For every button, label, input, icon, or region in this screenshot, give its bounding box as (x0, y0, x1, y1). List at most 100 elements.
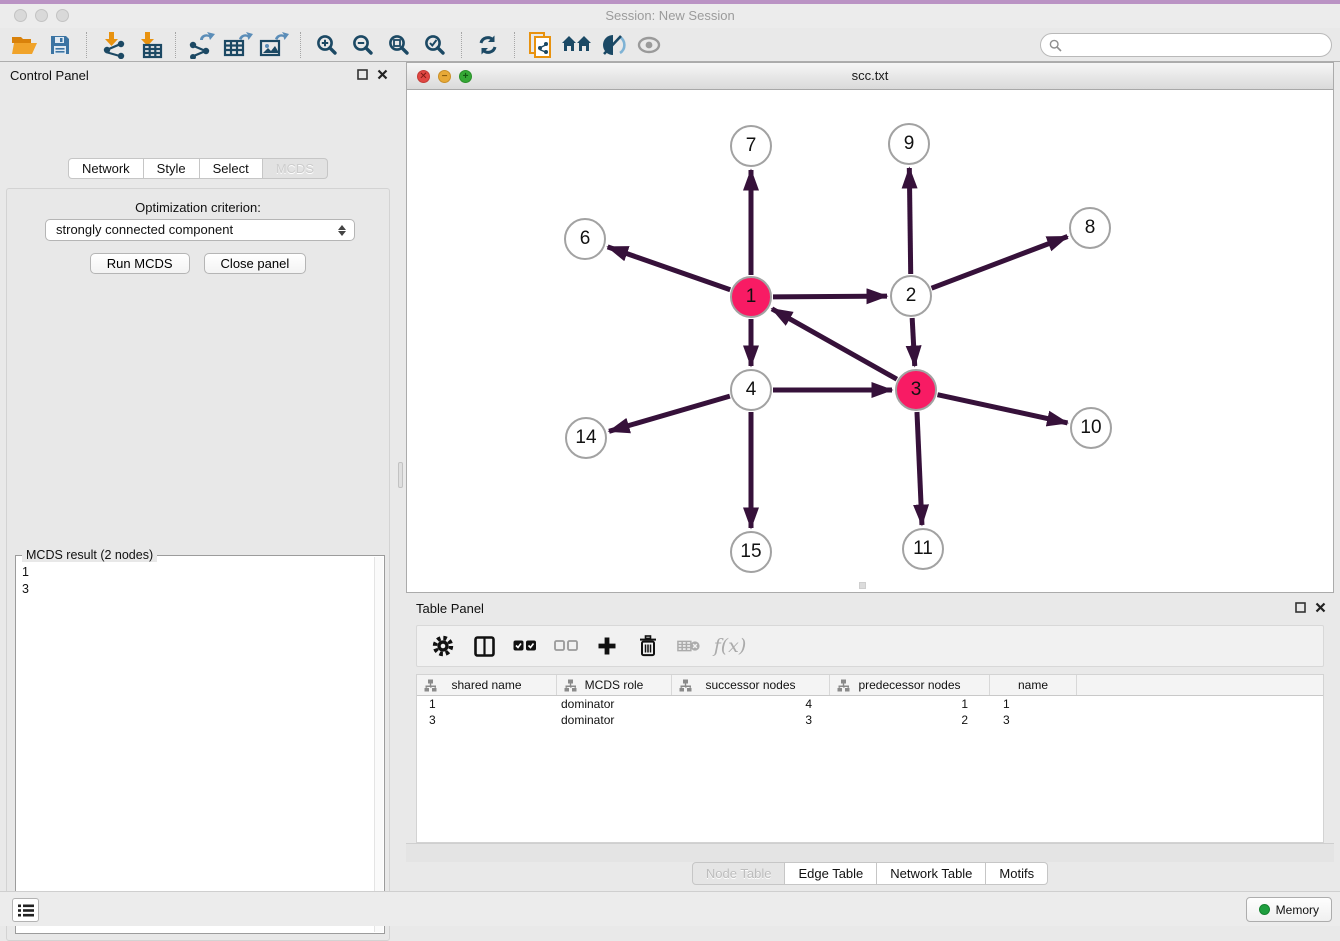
zoom-selected-icon[interactable] (417, 30, 453, 60)
tab-network[interactable]: Network (68, 158, 144, 179)
import-network-icon[interactable] (95, 30, 131, 60)
edge-3-11[interactable] (917, 412, 922, 525)
graph-node-9[interactable]: 9 (888, 123, 930, 165)
export-image-icon[interactable] (256, 30, 292, 60)
close-table-panel-icon[interactable] (1315, 602, 1326, 613)
app-titlebar: Session: New Session (0, 4, 1340, 28)
graph-node-15[interactable]: 15 (730, 531, 772, 573)
close-panel-button[interactable]: Close panel (204, 253, 307, 274)
graph-node-4[interactable]: 4 (730, 369, 772, 411)
optimization-select[interactable]: strongly connected component (45, 219, 355, 241)
cell-name[interactable]: 1 (990, 696, 1077, 712)
graph-node-14[interactable]: 14 (565, 417, 607, 459)
cell-successor-nodes[interactable]: 4 (672, 696, 830, 712)
graph-node-8[interactable]: 8 (1069, 207, 1111, 249)
graph-node-11[interactable]: 11 (902, 528, 944, 570)
task-history-button[interactable] (12, 898, 39, 922)
float-table-panel-icon[interactable] (1295, 602, 1306, 613)
cell-shared-name[interactable]: 1 (417, 696, 557, 712)
graph-node-2[interactable]: 2 (890, 275, 932, 317)
cell-successor-nodes[interactable]: 3 (672, 712, 830, 728)
window-controls (14, 9, 69, 22)
save-icon[interactable] (42, 30, 78, 60)
tab-network-table[interactable]: Network Table (877, 862, 986, 885)
tab-edge-table[interactable]: Edge Table (785, 862, 877, 885)
maximize-view-button[interactable]: + (459, 70, 472, 83)
export-table-icon[interactable] (220, 30, 256, 60)
eye-icon[interactable] (631, 30, 667, 60)
edge-3-10[interactable] (937, 395, 1067, 423)
refresh-icon[interactable] (470, 30, 506, 60)
edge-4-14[interactable] (609, 396, 730, 431)
column-header-successor-nodes[interactable]: successor nodes (672, 675, 830, 695)
delete-table-icon[interactable] (677, 634, 701, 658)
column-header-predecessor-nodes[interactable]: predecessor nodes (830, 675, 990, 695)
network-canvas[interactable]: 7 9 6 8 1 2 4 3 14 10 15 11 (407, 90, 1333, 592)
gear-icon[interactable] (431, 634, 455, 658)
cell-predecessor-nodes[interactable]: 1 (830, 696, 990, 712)
close-view-button[interactable]: ✕ (417, 70, 430, 83)
hide-detail-icon[interactable] (595, 30, 631, 60)
cell-name[interactable]: 3 (990, 712, 1077, 728)
column-type-icon (424, 679, 437, 692)
run-mcds-button[interactable]: Run MCDS (90, 253, 190, 274)
tab-mcds[interactable]: MCDS (263, 158, 328, 179)
minimize-view-button[interactable]: − (438, 70, 451, 83)
mcds-result-box: MCDS result (2 nodes) 13 (15, 555, 385, 934)
trash-icon[interactable] (636, 634, 660, 658)
edge-3-1[interactable] (772, 309, 897, 379)
network-view-window: ✕ − + scc.txt 7 9 6 8 1 2 4 3 14 10 15 11 (406, 62, 1334, 593)
edge-1-6[interactable] (608, 247, 731, 290)
tab-node-table[interactable]: Node Table (692, 862, 786, 885)
table-row[interactable]: 3dominator323 (417, 712, 1323, 728)
memory-button[interactable]: Memory (1246, 897, 1332, 922)
list-icon (18, 904, 34, 917)
graph-node-7[interactable]: 7 (730, 125, 772, 167)
network-window-titlebar[interactable]: ✕ − + scc.txt (407, 63, 1333, 90)
graph-node-3[interactable]: 3 (895, 369, 937, 411)
vertical-splitter-handle[interactable] (398, 462, 403, 488)
edge-1-2[interactable] (773, 296, 887, 297)
table-row[interactable]: 1dominator411 (417, 696, 1323, 712)
edge-2-9[interactable] (909, 168, 910, 274)
open-folder-icon[interactable] (6, 30, 42, 60)
close-window-button[interactable] (14, 9, 27, 22)
float-panel-icon[interactable] (357, 69, 368, 80)
cell-shared-name[interactable]: 3 (417, 712, 557, 728)
result-scrollbar[interactable] (374, 557, 383, 932)
column-header-shared-name[interactable]: shared name (417, 675, 557, 695)
split-panel-icon[interactable] (472, 634, 496, 658)
control-panel: Control Panel NetworkStyleSelectMCDS Opt… (0, 62, 396, 891)
edge-2-8[interactable] (932, 237, 1068, 289)
deselect-all-icon[interactable] (554, 634, 578, 658)
zoom-in-icon[interactable] (309, 30, 345, 60)
export-network-icon[interactable] (184, 30, 220, 60)
zoom-fit-icon[interactable] (381, 30, 417, 60)
cell-predecessor-nodes[interactable]: 2 (830, 712, 990, 728)
toolbar-separator (86, 32, 87, 58)
zoom-out-icon[interactable] (345, 30, 381, 60)
tab-select[interactable]: Select (200, 158, 263, 179)
column-header-name[interactable]: name (990, 675, 1077, 695)
graph-node-10[interactable]: 10 (1070, 407, 1112, 449)
zoom-window-button[interactable] (56, 9, 69, 22)
cell-MCDS-role[interactable]: dominator (557, 696, 672, 712)
select-all-icon[interactable] (513, 634, 537, 658)
column-header-MCDS-role[interactable]: MCDS role (557, 675, 672, 695)
graph-node-6[interactable]: 6 (564, 218, 606, 260)
import-table-icon[interactable] (131, 30, 167, 60)
close-panel-icon[interactable] (377, 69, 388, 80)
status-bar: Memory (0, 891, 1340, 926)
toolbar-separator (300, 32, 301, 58)
cell-MCDS-role[interactable]: dominator (557, 712, 672, 728)
minimize-window-button[interactable] (35, 9, 48, 22)
edge-2-3[interactable] (912, 318, 915, 366)
search-input[interactable] (1067, 38, 1323, 52)
tab-style[interactable]: Style (144, 158, 200, 179)
graph-node-1[interactable]: 1 (730, 276, 772, 318)
homes-icon[interactable] (559, 30, 595, 60)
add-column-icon[interactable] (595, 634, 619, 658)
tab-motifs[interactable]: Motifs (986, 862, 1048, 885)
copy-network-icon[interactable] (523, 30, 559, 60)
search-box[interactable] (1040, 33, 1332, 57)
